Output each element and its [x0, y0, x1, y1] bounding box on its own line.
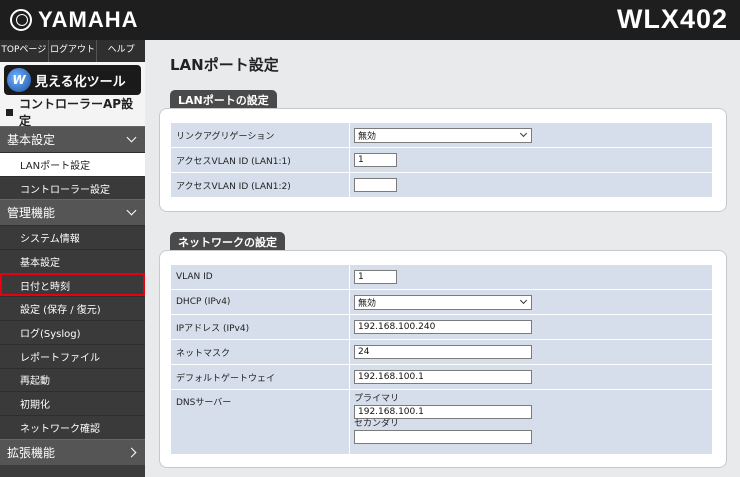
viz-tool-icon: W	[7, 68, 31, 92]
vlan-id-input[interactable]: 1	[354, 270, 397, 284]
form-row: IPアドレス (IPv4) 192.168.100.240	[171, 315, 712, 339]
form-row: アクセスVLAN ID (LAN1:2)	[171, 173, 712, 197]
model-name: WLX402	[616, 4, 728, 34]
brand-name: YAMAHA	[38, 7, 139, 32]
app-header: YAMAHA WLX402	[0, 0, 740, 40]
network-panel: VLAN ID 1 DHCP (IPv4) 無効 IPアドレス (IPv4) 1…	[159, 250, 727, 468]
chevron-right-icon	[126, 447, 137, 458]
form-row: リンクアグリゲーション 無効	[171, 123, 712, 147]
group-basic-settings[interactable]: 基本設定	[0, 126, 145, 152]
sidebar-item-syslog[interactable]: ログ(Syslog)	[0, 320, 145, 344]
link-aggregation-label: リンクアグリゲーション	[171, 123, 349, 147]
main-content: LANポート設定 LANポートの設定 リンクアグリゲーション 無効 アクセスVL…	[145, 40, 740, 477]
lan-panel-tab: LANポートの設定	[170, 90, 277, 108]
top-page-link[interactable]: TOPページ	[0, 40, 49, 62]
dns-primary-input[interactable]: 192.168.100.1	[354, 405, 532, 419]
dhcp-value: 無効	[358, 298, 377, 309]
sidebar-item-reboot[interactable]: 再起動	[0, 367, 145, 392]
access-vlan-2-label: アクセスVLAN ID (LAN1:2)	[171, 173, 349, 197]
group-extension-label: 拡張機能	[7, 445, 56, 460]
sidebar-item-initialize[interactable]: 初期化	[0, 391, 145, 415]
sidebar-item-lan-port[interactable]: LANポート設定	[0, 152, 145, 176]
form-row: デフォルトゲートウェイ 192.168.100.1	[171, 365, 712, 389]
top-nav: TOPページ ログアウト ヘルプ	[0, 40, 145, 62]
viz-tool-area: W 見える化ツール	[0, 62, 145, 98]
dns-secondary-input[interactable]	[354, 430, 532, 444]
viz-tool-button[interactable]: W 見える化ツール	[4, 65, 141, 95]
ip-address-input[interactable]: 192.168.100.240	[354, 320, 532, 334]
netmask-label: ネットマスク	[171, 340, 349, 364]
dhcp-select[interactable]: 無効	[354, 294, 532, 310]
access-vlan-2-input[interactable]	[354, 178, 397, 192]
sidebar: TOPページ ログアウト ヘルプ W 見える化ツール コントローラーAP設定 基…	[0, 40, 145, 477]
yamaha-logo-icon	[10, 9, 32, 31]
form-row: ネットマスク 24	[171, 340, 712, 364]
default-gateway-input[interactable]: 192.168.100.1	[354, 370, 532, 384]
page-title: LANポート設定	[170, 56, 279, 74]
sidebar-item-basic[interactable]: 基本設定	[0, 249, 145, 273]
form-row: DNSサーバー プライマリ 192.168.100.1 セカンダリ	[171, 390, 712, 454]
help-link[interactable]: ヘルプ	[97, 40, 145, 62]
network-panel-tab: ネットワークの設定	[170, 232, 285, 250]
viz-tool-label: 見える化ツール	[35, 74, 126, 90]
group-admin-label: 管理機能	[7, 206, 56, 221]
sidebar-item-system-info[interactable]: システム情報	[0, 225, 145, 250]
sidebar-item-network-check[interactable]: ネットワーク確認	[0, 414, 145, 439]
group-extension[interactable]: 拡張機能	[0, 438, 145, 465]
square-bullet-icon	[6, 108, 13, 116]
lan-port-form: リンクアグリゲーション 無効 アクセスVLAN ID (LAN1:1) 1 アク…	[170, 122, 713, 198]
chevron-down-icon	[126, 132, 137, 143]
sidebar-item-date-time[interactable]: 日付と時刻	[0, 272, 145, 297]
dhcp-label: DHCP (IPv4)	[171, 290, 349, 314]
form-row: アクセスVLAN ID (LAN1:1) 1	[171, 148, 712, 172]
network-form: VLAN ID 1 DHCP (IPv4) 無効 IPアドレス (IPv4) 1…	[170, 264, 713, 455]
group-admin[interactable]: 管理機能	[0, 199, 145, 226]
dns-server-label: DNSサーバー	[171, 390, 349, 454]
netmask-input[interactable]: 24	[354, 345, 532, 359]
access-vlan-1-label: アクセスVLAN ID (LAN1:1)	[171, 148, 349, 172]
link-aggregation-value: 無効	[358, 131, 377, 142]
vlan-id-label: VLAN ID	[171, 265, 349, 289]
dns-secondary-label: セカンダリ	[354, 419, 400, 429]
logout-link[interactable]: ログアウト	[49, 40, 98, 62]
access-vlan-1-input[interactable]: 1	[354, 153, 397, 167]
section-title: コントローラーAP設定	[0, 97, 145, 128]
default-gateway-label: デフォルトゲートウェイ	[171, 365, 349, 389]
group-basic-label: 基本設定	[7, 133, 56, 147]
chevron-down-icon	[519, 129, 528, 138]
form-row: DHCP (IPv4) 無効	[171, 290, 712, 314]
chevron-down-icon	[519, 296, 528, 305]
sidebar-item-save-restore[interactable]: 設定 (保存 / 復元)	[0, 296, 145, 321]
section-title-text: コントローラーAP設定	[19, 97, 134, 128]
chevron-down-icon	[126, 205, 137, 216]
ip-address-label: IPアドレス (IPv4)	[171, 315, 349, 339]
sidebar-item-controller[interactable]: コントローラー設定	[0, 175, 145, 200]
link-aggregation-select[interactable]: 無効	[354, 127, 532, 143]
dns-primary-label: プライマリ	[354, 394, 400, 404]
form-row: VLAN ID 1	[171, 265, 712, 289]
brand: YAMAHA	[10, 7, 139, 33]
lan-port-panel: リンクアグリゲーション 無効 アクセスVLAN ID (LAN1:1) 1 アク…	[159, 108, 727, 212]
sidebar-item-report-file[interactable]: レポートファイル	[0, 343, 145, 368]
